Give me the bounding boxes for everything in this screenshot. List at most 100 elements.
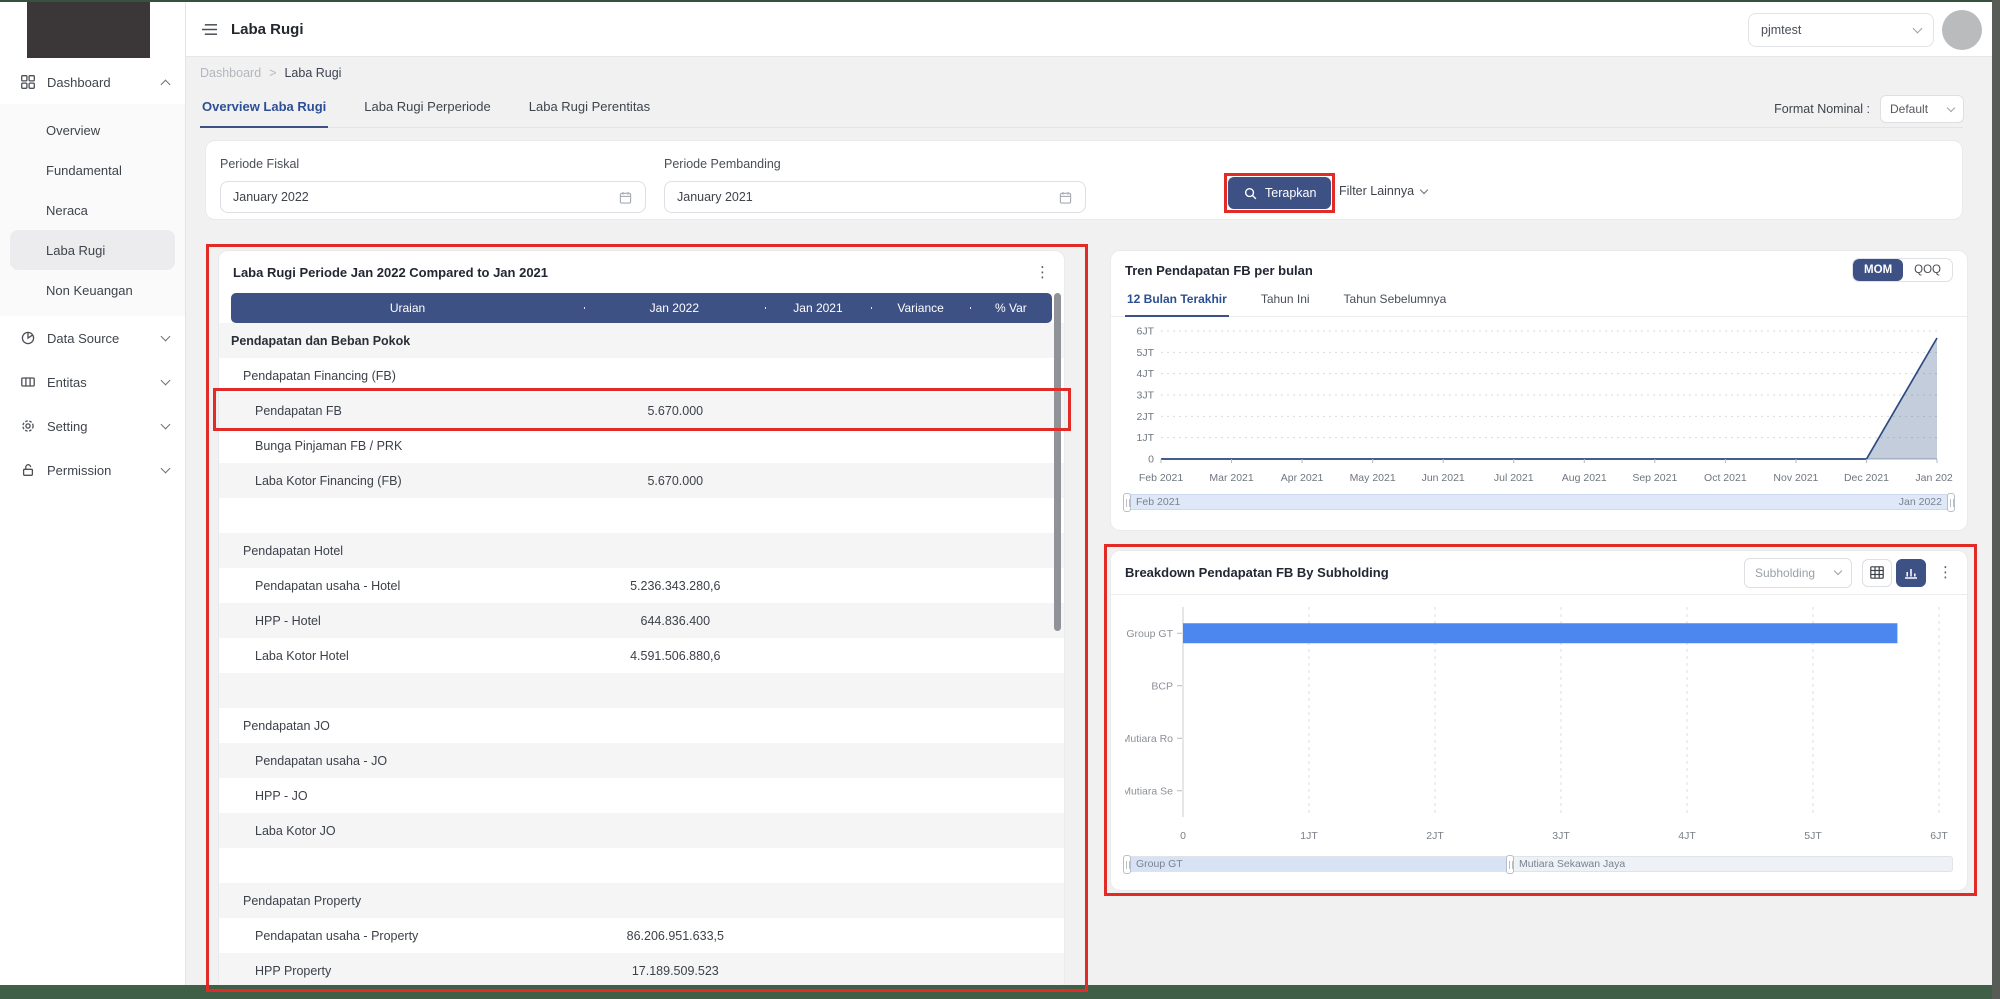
toggle-mom[interactable]: MOM <box>1853 259 1904 281</box>
table-row-empty[interactable] <box>219 498 1064 533</box>
sidebar-item-fundamental[interactable]: Fundamental <box>0 150 185 190</box>
table-row[interactable]: Pendapatan Financing (FB) <box>219 358 1064 393</box>
sidebar-item-dashboard[interactable]: Dashboard <box>0 60 185 104</box>
periode-fiskal-label: Periode Fiskal <box>220 157 300 171</box>
sidebar: Dashboard Overview Fundamental Neraca Laba R… <box>0 2 186 985</box>
sidebar-item-neraca[interactable]: Neraca <box>0 190 185 230</box>
data-source-icon <box>20 331 35 346</box>
row-value-jan-2022: 17.189.509.523 <box>631 963 719 978</box>
chevron-down-icon <box>160 419 171 430</box>
table-row[interactable]: Pendapatan usaha - Hotel 5.236.343.280,6 <box>219 568 1064 603</box>
table-row[interactable]: Pendapatan JO <box>219 708 1064 743</box>
sidebar-item-setting[interactable]: Setting <box>0 404 185 448</box>
column-header--var: % Var <box>969 301 1052 315</box>
svg-text:Aug 2021: Aug 2021 <box>1562 472 1607 484</box>
trend-brush[interactable]: Feb 2021 Jan 2022 <box>1123 493 1955 512</box>
kebab-menu-icon[interactable]: ⋮ <box>1938 565 1953 580</box>
table-view-button[interactable] <box>1862 558 1892 587</box>
user-name: pjmtest <box>1761 23 1802 37</box>
menu-toggle-icon[interactable] <box>202 22 217 37</box>
subholding-select[interactable]: Subholding <box>1744 557 1852 588</box>
sidebar-menu: Dashboard Overview Fundamental Neraca Laba R… <box>0 60 185 492</box>
tab-12-bulan-terakhir[interactable]: 12 Bulan Terakhir <box>1125 289 1229 317</box>
brush-handle-right[interactable] <box>1947 493 1955 512</box>
svg-text:BCP: BCP <box>1151 680 1173 692</box>
sidebar-item-data-source[interactable]: Data Source <box>0 316 185 360</box>
pl-card-header: Laba Rugi Periode Jan 2022 Compared to J… <box>219 251 1064 293</box>
table-row-empty[interactable] <box>219 673 1064 708</box>
top-header: Laba Rugi pjmtest <box>186 2 1992 57</box>
svg-text:Oct 2021: Oct 2021 <box>1704 472 1747 484</box>
app-logo <box>27 2 150 58</box>
row-label: Pendapatan usaha - Hotel <box>255 578 401 593</box>
row-label: Pendapatan Hotel <box>243 543 344 558</box>
breakdown-brush[interactable]: Group GT Mutiara Sekawan Jaya <box>1123 855 1953 874</box>
brush-mid-label: Mutiara Sekawan Jaya <box>1518 858 1626 870</box>
table-row[interactable]: Pendapatan usaha - JO <box>219 743 1064 778</box>
table-row[interactable]: Laba Kotor Financing (FB) 5.670.000 <box>219 463 1064 498</box>
trend-tabs: 12 Bulan Terakhir Tahun Ini Tahun Sebelumn… <box>1111 289 1967 317</box>
table-row[interactable]: HPP - Hotel 644.836.400 <box>219 603 1064 638</box>
chart-view-button[interactable] <box>1896 558 1926 587</box>
periode-fiskal-input[interactable]: January 2022 <box>220 181 646 213</box>
scrollbar-thumb[interactable] <box>1054 293 1061 631</box>
tab-laba-rugi-perperiode[interactable]: Laba Rugi Perperiode <box>362 95 492 127</box>
tab-overview-laba-rugi[interactable]: Overview Laba Rugi <box>200 95 329 128</box>
kebab-menu-icon[interactable]: ⋮ <box>1035 264 1050 280</box>
tab-laba-rugi-perentitas[interactable]: Laba Rugi Perentitas <box>527 95 652 127</box>
table-row[interactable]: Pendapatan FB 5.670.000 <box>219 393 1064 428</box>
user-dropdown[interactable]: pjmtest <box>1748 13 1934 47</box>
table-row[interactable]: Pendapatan usaha - Property 86.206.951.63… <box>219 918 1064 953</box>
brush-handle-left[interactable] <box>1123 493 1131 512</box>
more-filters-button[interactable]: Filter Lainnya <box>1339 184 1429 198</box>
table-row[interactable]: Bunga Pinjaman FB / PRK <box>219 428 1064 463</box>
toggle-qoq[interactable]: QOQ <box>1903 259 1952 281</box>
table-row[interactable]: HPP Property 17.189.509.523 <box>219 953 1064 988</box>
sidebar-item-entitas[interactable]: Entitas <box>0 360 185 404</box>
chevron-down-icon <box>160 331 171 342</box>
more-filters-label: Filter Lainnya <box>1339 184 1415 198</box>
filter-card: Periode Fiskal January 2022 Periode Pemb… <box>205 140 1963 220</box>
pl-table-scrollbar[interactable] <box>1054 293 1061 981</box>
table-row-empty[interactable] <box>219 848 1064 883</box>
breadcrumb: Dashboard > Laba Rugi <box>200 66 341 80</box>
svg-text:6JT: 6JT <box>1136 326 1154 338</box>
sidebar-item-overview[interactable]: Overview <box>0 110 185 150</box>
row-label: Pendapatan Financing (FB) <box>243 368 396 383</box>
trend-card: Tren Pendapatan FB per bulan MOM QOQ 12 B… <box>1110 250 1968 531</box>
table-row[interactable]: Pendapatan Property <box>219 883 1064 918</box>
brush-start-label: Group GT <box>1136 858 1183 870</box>
window-frame-top <box>0 0 2000 2</box>
svg-text:3JT: 3JT <box>1552 830 1570 842</box>
breakdown-chart-wrap: 0 1JT 2JT 3JT 4JT 5JT 6JT Group GT BCP Mutiara Ro… <box>1111 595 1967 854</box>
breakdown-card: Breakdown Pendapatan FB By Subholding Su… <box>1110 550 1968 891</box>
calendar-icon <box>1058 190 1073 205</box>
row-label: Pendapatan dan Beban Pokok <box>231 333 411 348</box>
breadcrumb-separator: > <box>269 66 277 80</box>
tab-tahun-sebelumnya[interactable]: Tahun Sebelumnya <box>1342 289 1449 316</box>
table-row[interactable]: Laba Kotor JO <box>219 813 1064 848</box>
tab-tahun-ini[interactable]: Tahun Ini <box>1259 289 1312 316</box>
brush-handle-left[interactable] <box>1123 855 1131 874</box>
format-nominal-select[interactable]: Default <box>1880 95 1964 123</box>
sidebar-item-permission[interactable]: Permission <box>0 448 185 492</box>
table-row[interactable]: Pendapatan Hotel <box>219 533 1064 568</box>
sidebar-item-non-keuangan[interactable]: Non Keuangan <box>0 270 185 310</box>
main-content: Dashboard > Laba Rugi Overview Laba Rugi… <box>186 57 1992 999</box>
brush-handle-middle[interactable] <box>1505 855 1514 874</box>
table-row[interactable]: Pendapatan dan Beban Pokok <box>219 323 1064 358</box>
chevron-down-icon <box>1912 23 1923 34</box>
pl-card-title: Laba Rugi Periode Jan 2022 Compared to J… <box>233 264 549 280</box>
chevron-up-icon <box>160 79 171 89</box>
table-row[interactable]: Laba Kotor Hotel 4.591.506.880,6 <box>219 638 1064 673</box>
chevron-down-icon <box>1946 103 1956 112</box>
table-row[interactable]: HPP - JO <box>219 778 1064 813</box>
sidebar-item-laba-rugi[interactable]: Laba Rugi <box>10 230 175 270</box>
avatar[interactable] <box>1942 10 1982 50</box>
apply-button[interactable]: Terapkan <box>1228 177 1332 209</box>
trend-chart-wrap: 0 1JT 2JT 3JT 4JT 5JT 6JT Feb 2021 Mar 2021 Apr 2… <box>1111 317 1967 492</box>
svg-text:Mar 2021: Mar 2021 <box>1209 472 1254 484</box>
breadcrumb-parent[interactable]: Dashboard <box>200 66 261 80</box>
periode-pembanding-input[interactable]: January 2021 <box>664 181 1086 213</box>
window-frame-right <box>1992 0 2000 999</box>
